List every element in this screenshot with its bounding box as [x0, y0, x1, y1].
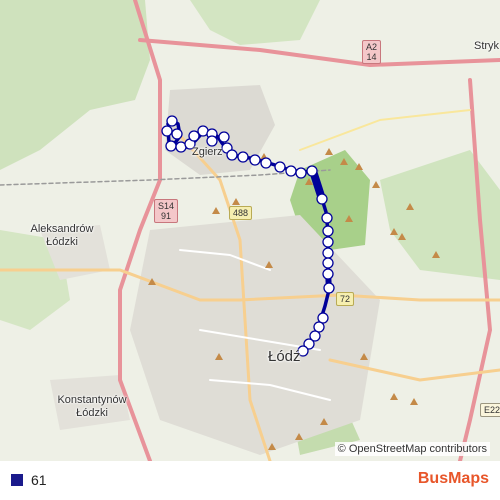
bus-stop-marker: [249, 154, 261, 166]
place-label-stryk: Stryk: [474, 40, 500, 52]
forest-north: [190, 0, 320, 45]
forest-northwest: [0, 0, 150, 170]
bus-stop-marker: [274, 161, 286, 173]
place-label-konstantynow: Konstantynów Łódzki: [57, 394, 127, 419]
road-northeast: [299, 109, 471, 151]
road-shield-e22: E22: [480, 403, 500, 417]
road-a2: [138, 38, 500, 67]
bus-stop-marker: [171, 128, 183, 140]
bus-stop-marker: [165, 140, 177, 152]
bus-stop-marker: [206, 135, 218, 147]
bus-stop-marker: [306, 165, 318, 177]
bus-stop-marker: [188, 130, 200, 142]
road-shield-488: 488: [229, 206, 253, 220]
bus-stop-marker: [226, 149, 238, 161]
bus-stop-marker: [322, 236, 334, 248]
bus-stop-marker: [322, 247, 334, 259]
brand-bus-text: Bus: [417, 470, 449, 487]
bus-stop-marker: [322, 257, 334, 269]
bus-stop-marker: [260, 157, 272, 169]
busmaps-logo[interactable]: BusMaps: [418, 470, 489, 488]
bus-stop-marker: [237, 151, 249, 163]
brand-maps-text: Maps: [448, 470, 489, 487]
road-shield-s14: S14 91: [154, 199, 179, 223]
bus-stop-marker: [218, 131, 230, 143]
bus-stop-marker: [322, 225, 334, 237]
bus-stop-marker: [323, 282, 335, 294]
bus-stop-marker: [322, 268, 334, 280]
bus-stop-marker: [321, 212, 333, 224]
bus-stop-marker: [166, 115, 178, 127]
map-attribution[interactable]: © OpenStreetMap contributors: [334, 442, 490, 456]
bus-stop-marker: [161, 125, 173, 137]
legend-route-swatch: [11, 474, 23, 486]
road-shield-a2: A2 14: [362, 40, 382, 64]
place-label-aleksandrow: Aleksandrów Łódzki: [30, 223, 94, 248]
legend-route-label: 61: [31, 472, 47, 488]
place-label-lodz: Łódź: [268, 348, 301, 365]
map-view[interactable]: Zgierz Aleksandrów Łódzki Konstantynów Ł…: [0, 0, 500, 461]
place-label-zgierz: Zgierz: [192, 146, 223, 158]
bus-stop-marker: [316, 193, 328, 205]
bus-stop-marker: [295, 167, 307, 179]
bus-stop-marker: [285, 165, 297, 177]
road-shield-72: 72: [336, 292, 355, 306]
